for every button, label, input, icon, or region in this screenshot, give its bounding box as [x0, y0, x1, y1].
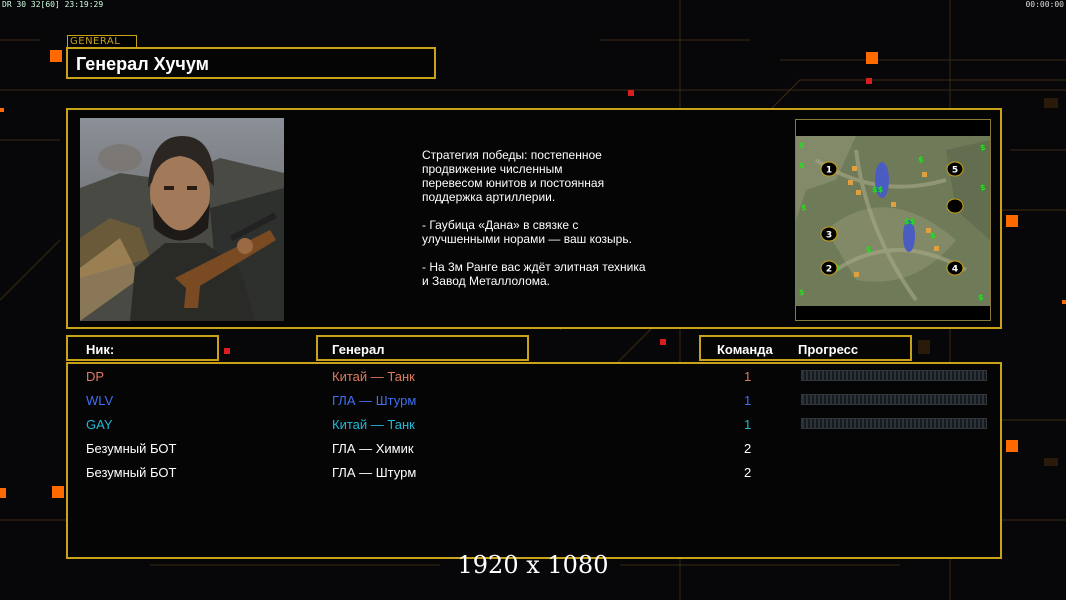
general-info-panel: Стратегия победы: постепенное продвижени… [66, 108, 1002, 329]
player-nick: WLV [86, 393, 114, 408]
svg-text:$$: $$ [872, 185, 884, 194]
nick-column-header: Ник: [66, 335, 219, 361]
player-row: GAY Китай — Танк 1 [68, 414, 1000, 438]
player-row: Безумный БОТ ГЛА — Штурм 2 [68, 462, 1000, 486]
svg-text:$: $ [799, 161, 805, 170]
map-slot-label: 3 [826, 231, 832, 241]
player-general: Китай — Танк [332, 417, 415, 432]
progress-header-label: Прогресс [798, 342, 859, 357]
map-preview: $$$ $$$ $$$ $$$ $$$$ 1 [795, 119, 991, 321]
map-slot-label: 2 [826, 265, 832, 275]
player-general: ГЛА — Штурм [332, 465, 417, 480]
nick-header-label: Ник: [86, 342, 115, 357]
player-team: 2 [744, 465, 752, 480]
player-nick: DP [86, 369, 105, 384]
player-general: ГЛА — Химик [332, 441, 414, 456]
player-nick: GAY [86, 417, 113, 432]
hud-fps-clock: DR 30 32[60] 23:19:29 [2, 0, 104, 9]
svg-text:$: $ [978, 293, 984, 302]
player-progress-bar [801, 370, 987, 381]
svg-text:$: $ [980, 143, 986, 152]
general-header-label: Генерал [332, 342, 385, 357]
general-portrait [80, 118, 284, 321]
strategy-description: Стратегия победы: постепенное продвижени… [422, 148, 646, 288]
svg-text:$: $ [799, 288, 805, 297]
hud-game-timer: 00:00:00 [1025, 0, 1064, 9]
player-nick: Безумный БОТ [86, 465, 177, 480]
svg-text:$: $ [980, 183, 986, 192]
player-nick: Безумный БОТ [86, 441, 177, 456]
svg-text:$$: $$ [904, 217, 916, 226]
map-slot-label: 1 [826, 166, 832, 176]
player-team: 1 [744, 369, 752, 384]
svg-text:$: $ [918, 155, 924, 164]
player-team: 1 [744, 417, 752, 432]
player-row: DP Китай — Танк 1 [68, 366, 1000, 390]
svg-text:$: $ [866, 245, 872, 254]
resolution-label: 1920 x 1080 [457, 551, 609, 579]
title-panel: Генерал Хучум [66, 47, 436, 79]
map-slot-label: 4 [952, 265, 958, 275]
player-team: 2 [744, 441, 752, 456]
player-progress-bar [801, 394, 987, 405]
general-column-header: Генерал [316, 335, 529, 361]
map-slot-label: 5 [952, 166, 958, 176]
player-team: 1 [744, 393, 752, 408]
team-progress-header: Команда Прогресс [699, 335, 912, 361]
player-progress-bar [801, 418, 987, 429]
player-row: WLV ГЛА — Штурм 1 [68, 390, 1000, 414]
player-general: Китай — Танк [332, 369, 415, 384]
svg-text:$: $ [799, 141, 805, 150]
player-general: ГЛА — Штурм [332, 393, 417, 408]
player-row: Безумный БОТ ГЛА — Химик 2 [68, 438, 1000, 462]
players-table: DP Китай — Танк 1 WLV ГЛА — Штурм 1 GAY Китай —… [66, 362, 1002, 559]
general-title: Генерал Хучум [76, 54, 209, 74]
team-header-label: Команда [717, 342, 773, 357]
svg-text:$: $ [801, 203, 807, 212]
